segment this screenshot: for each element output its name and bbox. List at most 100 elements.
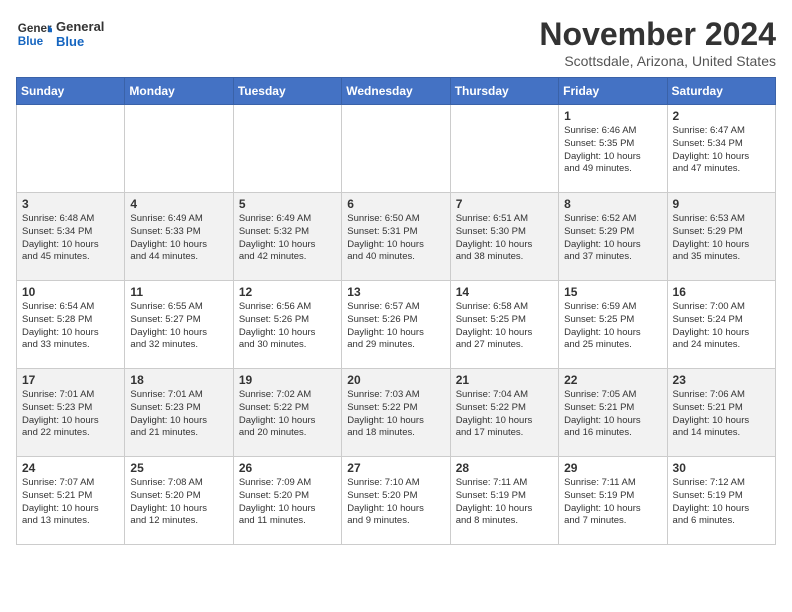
- calendar-cell: [450, 105, 558, 193]
- svg-text:General: General: [18, 22, 52, 35]
- day-info: Sunrise: 6:50 AMSunset: 5:31 PMDaylight:…: [347, 213, 444, 264]
- calendar-cell: 18Sunrise: 7:01 AMSunset: 5:23 PMDayligh…: [125, 369, 233, 457]
- calendar-cell: [17, 105, 125, 193]
- calendar-cell: 17 Sunrise: 7:01 AMSunset: 5:23 PMDayligh…: [17, 369, 125, 457]
- day-number: 4: [130, 197, 227, 211]
- calendar-week-row: 1Sunrise: 6:46 AMSunset: 5:35 PMDaylight…: [17, 105, 776, 193]
- day-number: 22: [564, 373, 661, 387]
- day-info: Sunrise: 7:03 AMSunset: 5:22 PMDaylight:…: [347, 389, 444, 440]
- day-info: Sunrise: 7:00 AMSunset: 5:24 PMDaylight:…: [673, 301, 770, 352]
- day-number: 17: [22, 373, 119, 387]
- day-number: 25: [130, 461, 227, 475]
- calendar-week-row: 3 Sunrise: 6:48 AMSunset: 5:34 PMDaylight…: [17, 193, 776, 281]
- day-info: Sunrise: 7:01 AMSunset: 5:23 PMDaylight:…: [130, 389, 227, 440]
- svg-text:Blue: Blue: [18, 35, 44, 48]
- weekday-header-thursday: Thursday: [450, 78, 558, 105]
- calendar-cell: 4 Sunrise: 6:49 AMSunset: 5:33 PMDaylight…: [125, 193, 233, 281]
- day-number: 6: [347, 197, 444, 211]
- day-number: 2: [673, 109, 770, 123]
- calendar-cell: 15 Sunrise: 6:59 AMSunset: 5:25 PMDayligh…: [559, 281, 667, 369]
- day-number: 16: [673, 285, 770, 299]
- day-info: Sunrise: 7:11 AMSunset: 5:19 PMDaylight:…: [456, 477, 553, 528]
- day-info: Sunrise: 7:01 AMSunset: 5:23 PMDaylight:…: [22, 389, 119, 440]
- month-title: November 2024: [539, 16, 776, 53]
- day-number: 19: [239, 373, 336, 387]
- day-number: 30: [673, 461, 770, 475]
- day-info: Sunrise: 6:48 AMSunset: 5:34 PMDaylight:…: [22, 213, 119, 264]
- day-info: Sunrise: 6:51 AMSunset: 5:30 PMDaylight:…: [456, 213, 553, 264]
- day-info: Sunrise: 6:55 AMSunset: 5:27 PMDaylight:…: [130, 301, 227, 352]
- day-number: 27: [347, 461, 444, 475]
- logo-text-general: General: [56, 19, 104, 34]
- weekday-header-monday: Monday: [125, 78, 233, 105]
- day-number: 9: [673, 197, 770, 211]
- day-info: Sunrise: 7:06 AMSunset: 5:21 PMDaylight:…: [673, 389, 770, 440]
- location-subtitle: Scottsdale, Arizona, United States: [539, 53, 776, 69]
- day-info: Sunrise: 6:54 AMSunset: 5:28 PMDaylight:…: [22, 301, 119, 352]
- calendar-cell: 11 Sunrise: 6:55 AMSunset: 5:27 PMDayligh…: [125, 281, 233, 369]
- calendar-cell: 26 Sunrise: 7:09 AMSunset: 5:20 PMDayligh…: [233, 457, 341, 545]
- weekday-header-friday: Friday: [559, 78, 667, 105]
- day-number: 5: [239, 197, 336, 211]
- weekday-header-wednesday: Wednesday: [342, 78, 450, 105]
- calendar-cell: [125, 105, 233, 193]
- calendar-cell: 19 Sunrise: 7:02 AMSunset: 5:22 PMDayligh…: [233, 369, 341, 457]
- day-info: Sunrise: 6:56 AMSunset: 5:26 PMDaylight:…: [239, 301, 336, 352]
- day-number: 7: [456, 197, 553, 211]
- calendar-cell: 28Sunrise: 7:11 AMSunset: 5:19 PMDayligh…: [450, 457, 558, 545]
- day-number: 1: [564, 109, 661, 123]
- calendar-cell: 30 Sunrise: 7:12 AMSunset: 5:19 PMDayligh…: [667, 457, 775, 545]
- day-info: Sunrise: 7:12 AMSunset: 5:19 PMDaylight:…: [673, 477, 770, 528]
- logo: General Blue General Blue: [16, 16, 104, 52]
- day-number: 11: [130, 285, 227, 299]
- calendar-cell: 29 Sunrise: 7:11 AMSunset: 5:19 PMDayligh…: [559, 457, 667, 545]
- day-info: Sunrise: 7:08 AMSunset: 5:20 PMDaylight:…: [130, 477, 227, 528]
- day-info: Sunrise: 6:53 AMSunset: 5:29 PMDaylight:…: [673, 213, 770, 264]
- calendar-cell: 8 Sunrise: 6:52 AMSunset: 5:29 PMDaylight…: [559, 193, 667, 281]
- calendar-cell: 20Sunrise: 7:03 AMSunset: 5:22 PMDayligh…: [342, 369, 450, 457]
- calendar-cell: [233, 105, 341, 193]
- calendar-cell: 3 Sunrise: 6:48 AMSunset: 5:34 PMDaylight…: [17, 193, 125, 281]
- day-info: Sunrise: 6:49 AMSunset: 5:32 PMDaylight:…: [239, 213, 336, 264]
- calendar-week-row: 10Sunrise: 6:54 AMSunset: 5:28 PMDayligh…: [17, 281, 776, 369]
- calendar-week-row: 17 Sunrise: 7:01 AMSunset: 5:23 PMDayligh…: [17, 369, 776, 457]
- day-info: Sunrise: 7:10 AMSunset: 5:20 PMDaylight:…: [347, 477, 444, 528]
- day-info: Sunrise: 6:49 AMSunset: 5:33 PMDaylight:…: [130, 213, 227, 264]
- day-info: Sunrise: 7:11 AMSunset: 5:19 PMDaylight:…: [564, 477, 661, 528]
- calendar-cell: 14 Sunrise: 6:58 AMSunset: 5:25 PMDayligh…: [450, 281, 558, 369]
- day-number: 13: [347, 285, 444, 299]
- calendar-table: SundayMondayTuesdayWednesdayThursdayFrid…: [16, 77, 776, 545]
- weekday-header-sunday: Sunday: [17, 78, 125, 105]
- calendar-cell: 13Sunrise: 6:57 AMSunset: 5:26 PMDayligh…: [342, 281, 450, 369]
- day-info: Sunrise: 7:09 AMSunset: 5:20 PMDaylight:…: [239, 477, 336, 528]
- day-info: Sunrise: 7:05 AMSunset: 5:21 PMDaylight:…: [564, 389, 661, 440]
- day-number: 12: [239, 285, 336, 299]
- day-number: 15: [564, 285, 661, 299]
- logo-text-blue: Blue: [56, 34, 104, 49]
- day-info: Sunrise: 6:58 AMSunset: 5:25 PMDaylight:…: [456, 301, 553, 352]
- day-number: 29: [564, 461, 661, 475]
- title-block: November 2024 Scottsdale, Arizona, Unite…: [539, 16, 776, 69]
- calendar-cell: 21 Sunrise: 7:04 AMSunset: 5:22 PMDayligh…: [450, 369, 558, 457]
- day-info: Sunrise: 6:52 AMSunset: 5:29 PMDaylight:…: [564, 213, 661, 264]
- day-number: 3: [22, 197, 119, 211]
- day-number: 8: [564, 197, 661, 211]
- calendar-cell: 1Sunrise: 6:46 AMSunset: 5:35 PMDaylight…: [559, 105, 667, 193]
- day-number: 21: [456, 373, 553, 387]
- calendar-cell: 6 Sunrise: 6:50 AMSunset: 5:31 PMDaylight…: [342, 193, 450, 281]
- calendar-cell: 10Sunrise: 6:54 AMSunset: 5:28 PMDayligh…: [17, 281, 125, 369]
- day-info: Sunrise: 7:04 AMSunset: 5:22 PMDaylight:…: [456, 389, 553, 440]
- calendar-cell: 7 Sunrise: 6:51 AMSunset: 5:30 PMDaylight…: [450, 193, 558, 281]
- day-info: Sunrise: 6:47 AMSunset: 5:34 PMDaylight:…: [673, 125, 770, 176]
- calendar-week-row: 24Sunrise: 7:07 AMSunset: 5:21 PMDayligh…: [17, 457, 776, 545]
- page-header: General Blue General Blue November 2024 …: [16, 16, 776, 69]
- day-number: 23: [673, 373, 770, 387]
- calendar-cell: 27 Sunrise: 7:10 AMSunset: 5:20 PMDayligh…: [342, 457, 450, 545]
- day-info: Sunrise: 7:02 AMSunset: 5:22 PMDaylight:…: [239, 389, 336, 440]
- weekday-header-row: SundayMondayTuesdayWednesdayThursdayFrid…: [17, 78, 776, 105]
- day-number: 26: [239, 461, 336, 475]
- calendar-cell: 2 Sunrise: 6:47 AMSunset: 5:34 PMDaylight…: [667, 105, 775, 193]
- day-number: 14: [456, 285, 553, 299]
- calendar-cell: 25 Sunrise: 7:08 AMSunset: 5:20 PMDayligh…: [125, 457, 233, 545]
- day-info: Sunrise: 6:59 AMSunset: 5:25 PMDaylight:…: [564, 301, 661, 352]
